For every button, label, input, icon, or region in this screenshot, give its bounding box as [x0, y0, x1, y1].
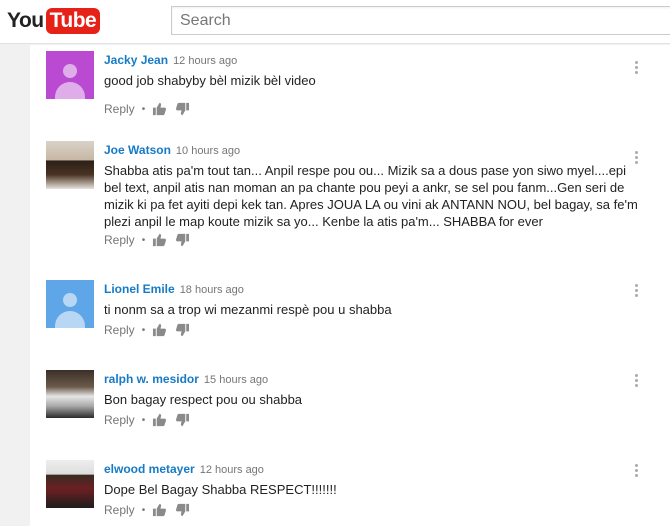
separator: •: [141, 504, 146, 516]
search-input[interactable]: [172, 7, 670, 34]
comment-author[interactable]: Joe Watson: [104, 143, 171, 157]
comment-menu-icon[interactable]: [634, 464, 638, 480]
logo-tube-text: Tube: [45, 8, 101, 34]
comments-section: Jacky Jean 12 hours ago good job shabyby …: [30, 45, 670, 526]
comment-text: Bon bagay respect pou ou shabba: [104, 392, 303, 407]
default-avatar-head-icon: [63, 293, 77, 307]
comment-menu-icon[interactable]: [634, 284, 638, 300]
avatar[interactable]: [46, 460, 94, 508]
masthead: You Tube: [0, 0, 670, 44]
separator: •: [141, 234, 146, 246]
youtube-logo[interactable]: You Tube: [7, 7, 101, 35]
separator: •: [141, 414, 146, 426]
thumbs-up-icon[interactable]: [152, 233, 167, 247]
avatar[interactable]: [46, 141, 94, 189]
comment-text: good job shabyby bèl mizik bèl video: [104, 73, 316, 88]
default-avatar-body-icon: [55, 82, 85, 99]
comment-timestamp[interactable]: 12 hours ago: [173, 55, 237, 67]
default-avatar-body-icon: [55, 311, 85, 328]
separator: •: [141, 324, 146, 336]
thumbs-up-icon[interactable]: [152, 413, 167, 427]
reply-button[interactable]: Reply: [104, 503, 135, 517]
default-avatar-head-icon: [63, 64, 77, 78]
comment-timestamp[interactable]: 10 hours ago: [176, 145, 240, 157]
thumbs-up-icon[interactable]: [152, 503, 167, 517]
reply-button[interactable]: Reply: [104, 413, 135, 427]
thumbs-up-icon[interactable]: [152, 323, 167, 337]
comment-author[interactable]: Jacky Jean: [104, 53, 168, 67]
separator: •: [141, 103, 146, 115]
comment-menu-icon[interactable]: [634, 374, 638, 390]
thumbs-down-icon[interactable]: [175, 102, 190, 116]
search-box[interactable]: [171, 6, 670, 35]
comment-text: ti nonm sa a trop wi mezanmi respè pou u…: [104, 302, 392, 317]
avatar[interactable]: [46, 370, 94, 418]
comment-timestamp[interactable]: 18 hours ago: [180, 284, 244, 296]
avatar[interactable]: [46, 51, 94, 99]
thumbs-down-icon[interactable]: [175, 323, 190, 337]
thumbs-down-icon[interactable]: [175, 503, 190, 517]
comment-menu-icon[interactable]: [634, 61, 638, 77]
logo-you-text: You: [7, 9, 44, 32]
reply-button[interactable]: Reply: [104, 323, 135, 337]
comment-author[interactable]: Lionel Emile: [104, 282, 175, 296]
reply-button[interactable]: Reply: [104, 233, 135, 247]
reply-button[interactable]: Reply: [104, 102, 135, 116]
avatar[interactable]: [46, 280, 94, 328]
comment-timestamp[interactable]: 15 hours ago: [204, 374, 268, 386]
thumbs-down-icon[interactable]: [175, 413, 190, 427]
thumbs-down-icon[interactable]: [175, 233, 190, 247]
comment-author[interactable]: elwood metayer: [104, 462, 195, 476]
thumbs-up-icon[interactable]: [152, 102, 167, 116]
left-gutter: [0, 45, 30, 526]
comment-menu-icon[interactable]: [634, 151, 638, 167]
comment-author[interactable]: ralph w. mesidor: [104, 372, 199, 386]
comment-text: Dope Bel Bagay Shabba RESPECT!!!!!!!: [104, 482, 337, 497]
comment-timestamp[interactable]: 12 hours ago: [200, 464, 264, 476]
comment-text: Shabba atis pa'm tout tan... Anpil respe…: [104, 163, 638, 229]
